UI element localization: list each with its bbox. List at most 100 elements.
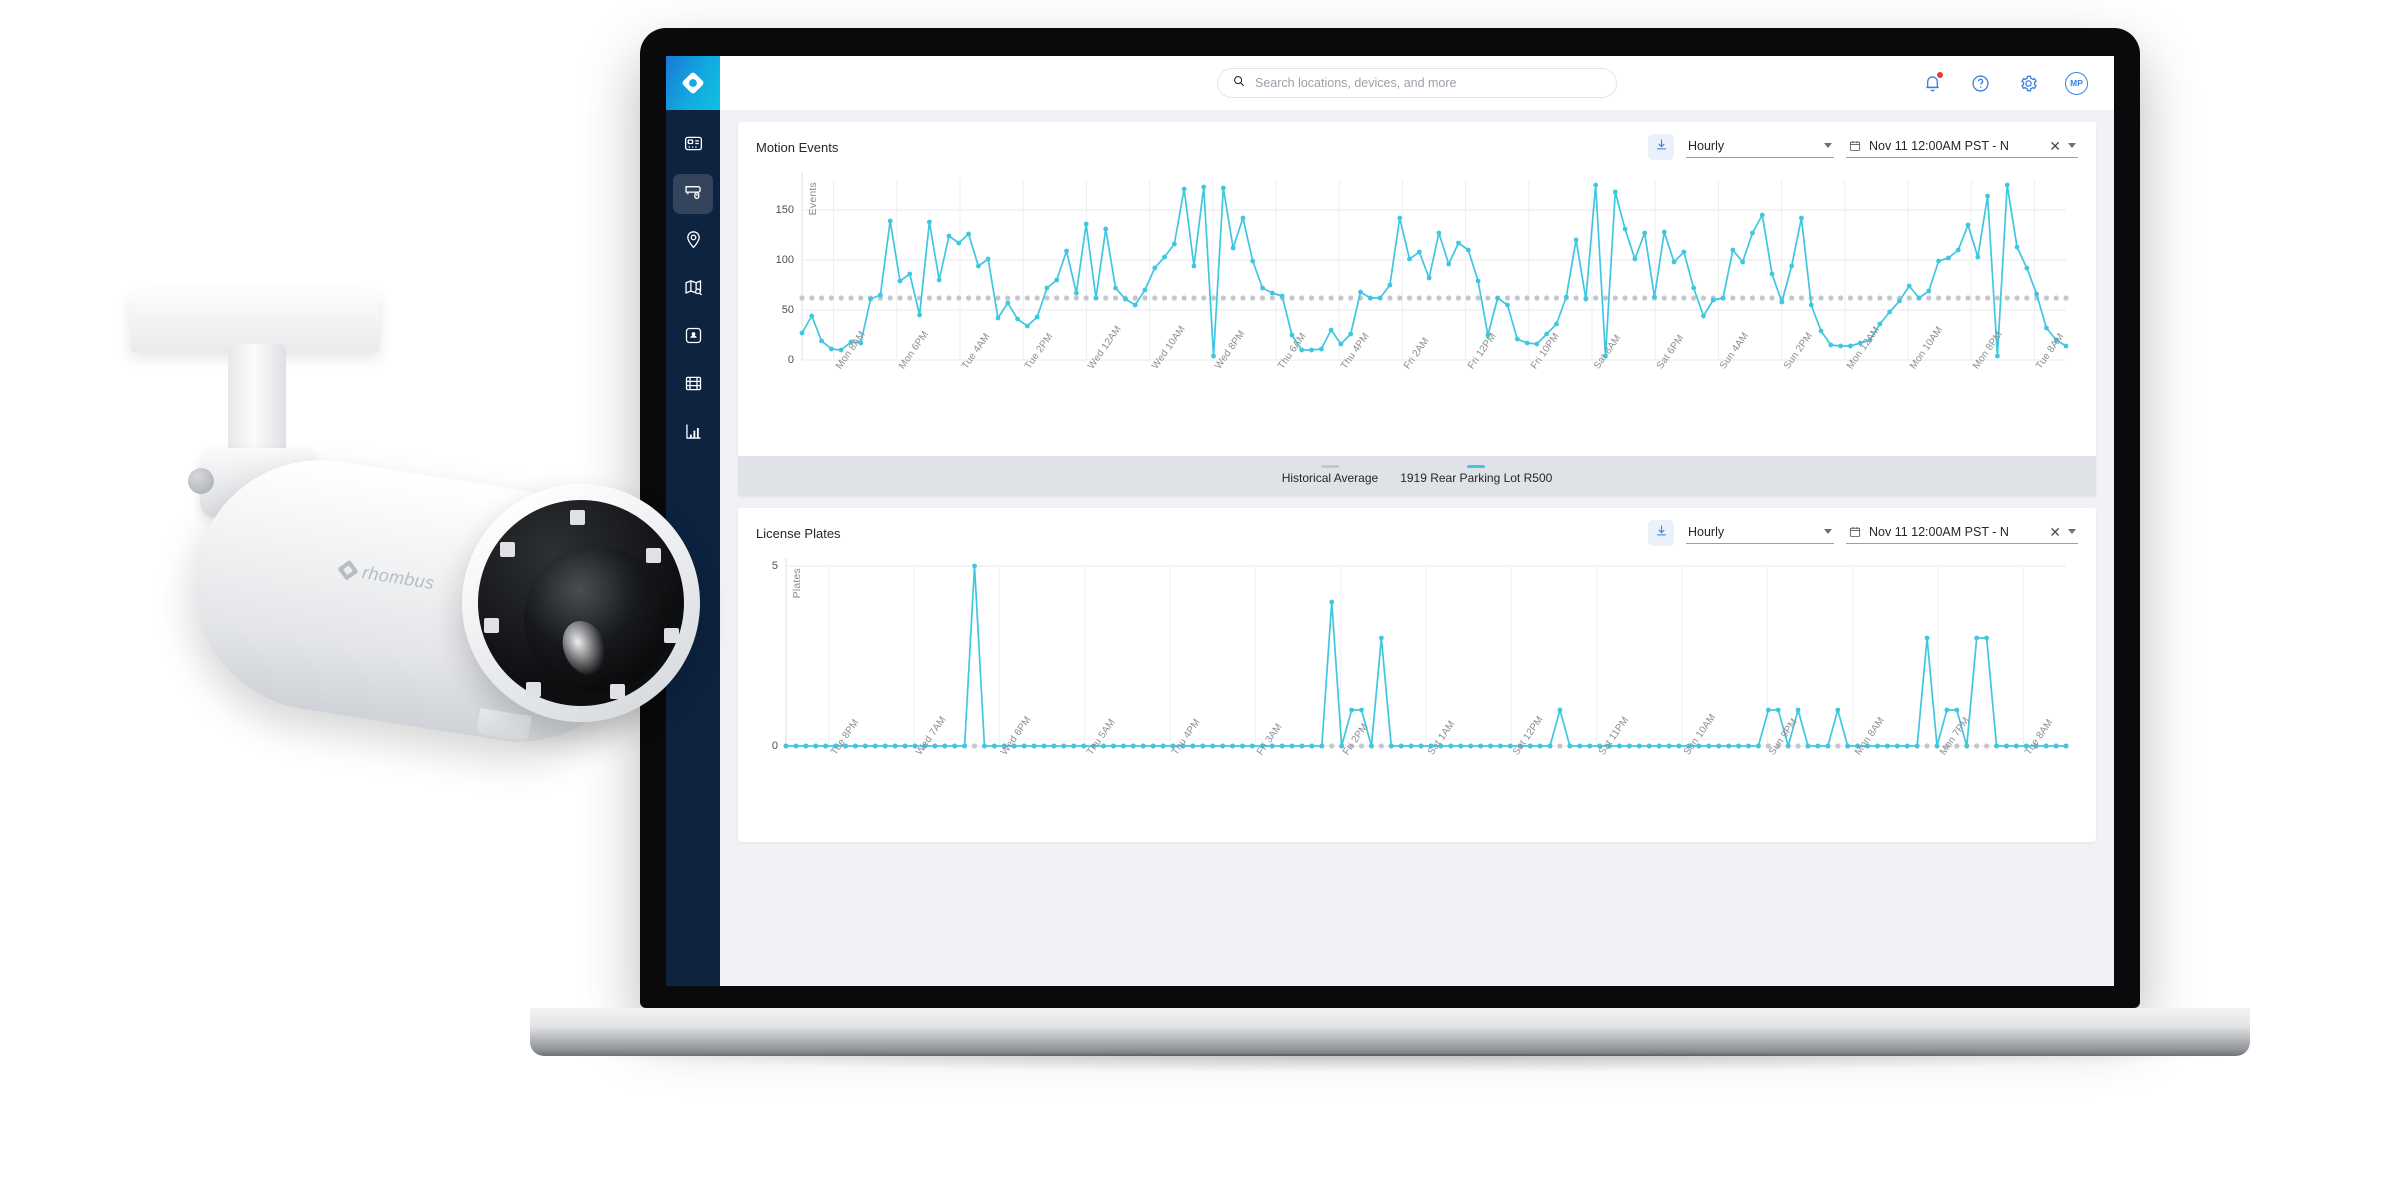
clear-date-range-button[interactable]: ✕ <box>2049 139 2061 153</box>
data-point <box>962 743 968 749</box>
interval-select[interactable]: Hourly <box>1686 523 1834 544</box>
data-point <box>926 219 932 225</box>
notifications-button[interactable] <box>1921 72 1943 94</box>
data-point <box>1926 295 1932 301</box>
data-point <box>1828 342 1834 348</box>
data-point <box>1083 295 1089 301</box>
download-button[interactable] <box>1648 134 1674 160</box>
download-button[interactable] <box>1648 520 1674 546</box>
data-point <box>862 743 868 749</box>
data-point <box>1914 743 1920 749</box>
motion-events-chart[interactable]: 0 50 100 150 Events Mon 8AM Mon 6PM Tue 4AM Tue … <box>756 166 2078 456</box>
data-point <box>1398 743 1404 749</box>
data-point <box>1906 295 1912 301</box>
data-point <box>1044 285 1050 291</box>
date-range-value: Nov 11 12:00AM PST - N <box>1869 138 2009 153</box>
camera-ir-led <box>646 548 661 563</box>
dashboard-icon <box>683 133 704 159</box>
data-point <box>1887 309 1893 315</box>
data-point <box>1416 295 1422 301</box>
rhombus-logo[interactable] <box>666 56 720 110</box>
data-point <box>1418 743 1424 749</box>
y-axis-tick-label: 100 <box>775 254 794 266</box>
data-point <box>1021 743 1027 749</box>
y-axis-tick-label: 0 <box>771 740 778 752</box>
data-point <box>1985 295 1991 301</box>
data-point <box>1093 295 1099 301</box>
data-point <box>1756 743 1761 749</box>
data-point <box>1478 743 1483 749</box>
data-point <box>1740 295 1746 301</box>
data-point <box>1161 295 1168 301</box>
settings-button[interactable] <box>2017 72 2039 94</box>
user-avatar[interactable]: MP <box>2065 71 2088 95</box>
camera-mount-plate <box>130 290 380 352</box>
clear-date-range-button[interactable]: ✕ <box>2049 525 2061 539</box>
main-area: MP Motion Events <box>720 56 2114 986</box>
y-axis-tick-label: 150 <box>775 204 794 216</box>
data-point <box>1220 185 1226 191</box>
interval-select[interactable]: Hourly <box>1686 137 1834 158</box>
data-point <box>1387 282 1393 288</box>
data-point <box>1191 263 1197 269</box>
data-point <box>1112 295 1119 301</box>
data-point <box>1877 321 1883 327</box>
data-point <box>1857 295 1863 301</box>
license-plates-chart[interactable]: 0 5 Plates Tue 8PM Wed 7AM Wed 6PM Thu 5AM Thu … <box>756 552 2078 842</box>
y-axis-tick-label: 0 <box>787 354 794 366</box>
screenshot-stage: MP Motion Events <box>0 0 2400 1200</box>
data-point <box>1465 295 1471 301</box>
camera-ir-led <box>500 542 515 557</box>
data-point <box>1557 707 1563 713</box>
sidebar-item-cameras[interactable] <box>673 174 713 214</box>
sidebar-item-locations[interactable] <box>673 222 713 262</box>
data-point <box>1446 295 1452 301</box>
data-point <box>1681 295 1687 301</box>
data-point <box>1916 295 1922 301</box>
data-point <box>809 295 815 301</box>
data-point <box>1775 707 1781 713</box>
data-point <box>1924 635 1930 641</box>
legend-item-historical-average[interactable]: Historical Average <box>1282 465 1378 485</box>
data-point <box>1103 226 1109 232</box>
data-point <box>1446 261 1452 267</box>
data-point <box>1377 295 1383 301</box>
content-area: Motion Events Hourly Nov 11 12:00AM PST … <box>720 110 2114 986</box>
date-range-value: Nov 11 12:00AM PST - N <box>1869 524 2009 539</box>
chevron-down-icon <box>1824 143 1832 148</box>
data-point <box>1308 295 1315 301</box>
data-point <box>1279 743 1285 749</box>
global-search[interactable] <box>1217 68 1617 98</box>
laptop-shadow <box>580 1054 2220 1072</box>
data-point <box>1877 295 1883 301</box>
date-range-picker[interactable]: Nov 11 12:00AM PST - N ✕ <box>1846 523 2078 544</box>
data-point <box>1798 295 1805 301</box>
data-point <box>991 743 997 749</box>
search-input[interactable] <box>1255 76 1602 90</box>
data-point <box>1142 295 1148 301</box>
data-point <box>2034 291 2040 297</box>
data-point <box>1358 743 1365 749</box>
y-axis-tick-label: 5 <box>771 560 778 572</box>
data-point <box>1736 743 1741 749</box>
help-button[interactable] <box>1969 72 1991 94</box>
data-point <box>1220 743 1225 749</box>
data-point <box>1024 323 1030 329</box>
sidebar-item-dashboard[interactable] <box>673 126 713 166</box>
data-point <box>1730 247 1736 253</box>
data-point <box>1498 743 1503 749</box>
data-point <box>853 743 858 749</box>
date-range-picker[interactable]: Nov 11 12:00AM PST - N ✕ <box>1846 137 2078 158</box>
data-point <box>1875 743 1880 749</box>
data-point <box>897 295 903 301</box>
data-point <box>1974 743 1980 749</box>
chart-svg <box>783 558 2069 749</box>
legend-item-camera[interactable]: 1919 Rear Parking Lot R500 <box>1400 465 1552 485</box>
data-point <box>1573 237 1579 243</box>
data-point <box>926 295 932 301</box>
motion-events-plot-wrap: 0 50 100 150 Events Mon 8AM Mon 6PM Tue 4AM Tue … <box>738 166 2096 456</box>
rhombus-camera-product-image: rhombus <box>110 280 730 780</box>
data-point <box>1825 743 1831 749</box>
data-point <box>1632 295 1638 301</box>
data-point <box>1636 743 1642 749</box>
